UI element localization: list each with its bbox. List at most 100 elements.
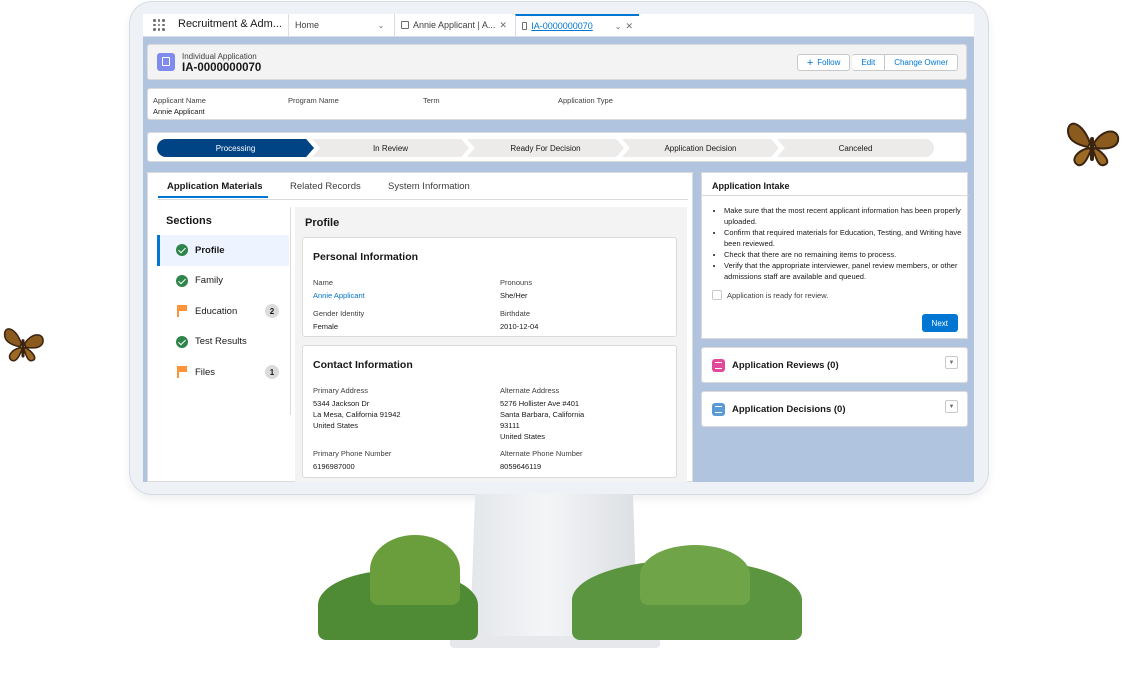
tab-system-information[interactable]: System Information <box>388 181 470 192</box>
chevron-down-icon[interactable]: ⌄ <box>615 22 622 31</box>
field-label: Applicant Name <box>153 96 206 105</box>
path-step-processing[interactable]: Processing <box>157 139 314 157</box>
ready-for-review-row: Application is ready for review. <box>712 290 828 300</box>
follow-label: Follow <box>817 58 841 67</box>
section-item-family[interactable]: Family <box>157 266 289 297</box>
check-circle-icon <box>176 335 188 348</box>
application-reviews-card[interactable]: Application Reviews (0) ▼ <box>701 347 968 383</box>
field-label: Alternate Address <box>500 386 560 395</box>
section-item-files[interactable]: Files 1 <box>157 357 289 388</box>
app-launcher-icon[interactable] <box>153 19 165 31</box>
path-step-canceled[interactable]: Canceled <box>777 139 934 157</box>
address-line: 5276 Hollister Ave #401 <box>500 399 580 408</box>
bush-left-back <box>370 535 460 605</box>
field-primary-address: Primary Address 5344 Jackson Dr La Mesa,… <box>313 386 401 431</box>
highlights-panel: Applicant Name Annie Applicant Program N… <box>147 88 967 120</box>
applicant-name-link[interactable]: Annie Applicant <box>313 290 365 301</box>
application-decisions-title: Application Decisions (0) <box>732 404 846 415</box>
application-decisions-icon <box>712 403 725 416</box>
sections-divider <box>290 207 291 415</box>
divider <box>702 195 969 196</box>
path-step-in-review[interactable]: In Review <box>312 139 469 157</box>
section-item-test-results[interactable]: Test Results <box>157 327 289 358</box>
list-item: Check that there are no remaining items … <box>724 249 969 260</box>
ready-for-review-checkbox[interactable] <box>712 290 722 300</box>
field-label: Pronouns <box>500 278 533 287</box>
section-label: Family <box>195 275 223 287</box>
field-alternate-phone: Alternate Phone Number 8059646119 <box>500 449 583 472</box>
field-value: She/Her <box>500 291 528 300</box>
record-title: IA-0000000070 <box>182 62 262 74</box>
field-label: Primary Phone Number <box>313 449 392 458</box>
highlight-applicant-name: Applicant Name Annie Applicant <box>153 96 206 116</box>
bush-right-back <box>640 545 750 605</box>
profile-title: Profile <box>305 217 340 229</box>
field-label: Name <box>313 278 334 287</box>
active-tab-indicator <box>158 196 268 198</box>
contact-information-card: Contact Information Primary Address 5344… <box>302 345 677 478</box>
path-step-application-decision[interactable]: Application Decision <box>622 139 779 157</box>
list-item: Confirm that required materials for Educ… <box>724 227 969 249</box>
field-value: 5344 Jackson Dr La Mesa, California 9194… <box>313 398 401 431</box>
list-item: Make sure that the most recent applicant… <box>724 205 969 227</box>
sections-title: Sections <box>166 215 212 227</box>
field-label: Alternate Phone Number <box>500 449 583 458</box>
contact-information-title: Contact Information <box>313 359 413 371</box>
edit-button[interactable]: Edit <box>852 54 886 71</box>
path-step-ready-for-decision[interactable]: Ready For Decision <box>467 139 624 157</box>
tab-related-records[interactable]: Related Records <box>290 181 361 192</box>
screen: Recruitment & Adm... Home ⌄ Annie Applic… <box>143 14 974 482</box>
field-value: Annie Applicant <box>153 107 205 116</box>
plus-icon: + <box>806 56 814 69</box>
field-name: Name Annie Applicant <box>313 278 365 301</box>
highlight-term: Term <box>423 96 440 107</box>
address-line: United States <box>500 432 546 441</box>
field-label: Primary Address <box>313 386 369 395</box>
individual-application-icon <box>157 53 175 71</box>
record-icon <box>401 21 409 29</box>
close-icon[interactable]: ✕ <box>625 21 633 32</box>
highlight-application-type: Application Type <box>558 96 613 107</box>
tab-home-label: Home <box>295 20 320 30</box>
flag-icon <box>176 366 188 379</box>
follow-button[interactable]: + Follow <box>796 54 851 71</box>
tab-ia-0000000070[interactable]: IA-0000000070 ⌄ ✕ <box>515 14 639 36</box>
path-bar: Processing In Review Ready For Decision … <box>147 132 967 162</box>
field-value: 2010-12-04 <box>500 322 539 331</box>
close-icon[interactable]: ✕ <box>499 20 507 31</box>
tab-application-materials[interactable]: Application Materials <box>167 181 263 192</box>
tab-annie-applicant[interactable]: Annie Applicant | A... ✕ <box>394 14 514 36</box>
check-circle-icon <box>176 244 188 257</box>
intake-title: Application Intake <box>712 181 790 191</box>
app-name: Recruitment & Adm... <box>178 18 282 30</box>
next-button[interactable]: Next <box>921 314 958 332</box>
field-value: Female <box>313 322 339 331</box>
field-label: Birthdate <box>500 309 531 318</box>
field-value: 8059646119 <box>500 462 542 471</box>
console-tab-bar: Recruitment & Adm... Home ⌄ Annie Applic… <box>143 14 974 37</box>
application-decisions-card[interactable]: Application Decisions (0) ▼ <box>701 391 968 427</box>
address-line: Santa Barbara, California <box>500 410 585 419</box>
address-line: 5344 Jackson Dr <box>313 399 370 408</box>
section-label: Education <box>195 305 238 317</box>
change-owner-button[interactable]: Change Owner <box>885 54 958 71</box>
path-steps: Processing In Review Ready For Decision … <box>157 139 934 157</box>
butterfly-left-icon <box>3 328 44 362</box>
chevron-down-icon: ⌄ <box>377 20 385 30</box>
field-value: 6196987000 <box>313 462 355 471</box>
address-line: La Mesa, California 91942 <box>313 410 401 419</box>
dropdown-icon[interactable]: ▼ <box>945 400 958 413</box>
field-alternate-address: Alternate Address 5276 Hollister Ave #40… <box>500 386 584 442</box>
address-line: 93111 <box>500 421 520 430</box>
record-actions: + Follow Edit Change Owner <box>796 54 958 71</box>
highlight-program-name: Program Name <box>288 96 339 107</box>
dropdown-icon[interactable]: ▼ <box>945 356 958 369</box>
application-reviews-title: Application Reviews (0) <box>732 360 839 371</box>
sections-nav: Profile Family Education 2 Test Results … <box>157 235 289 388</box>
nav-menu-dropdown[interactable]: ⌄ <box>368 14 394 36</box>
record-header: Individual Application IA-0000000070 + F… <box>147 44 967 80</box>
field-gender-identity: Gender Identity Female <box>313 309 364 332</box>
section-item-profile[interactable]: Profile <box>157 235 289 266</box>
field-label: Term <box>423 96 440 105</box>
section-item-education[interactable]: Education 2 <box>157 296 289 327</box>
